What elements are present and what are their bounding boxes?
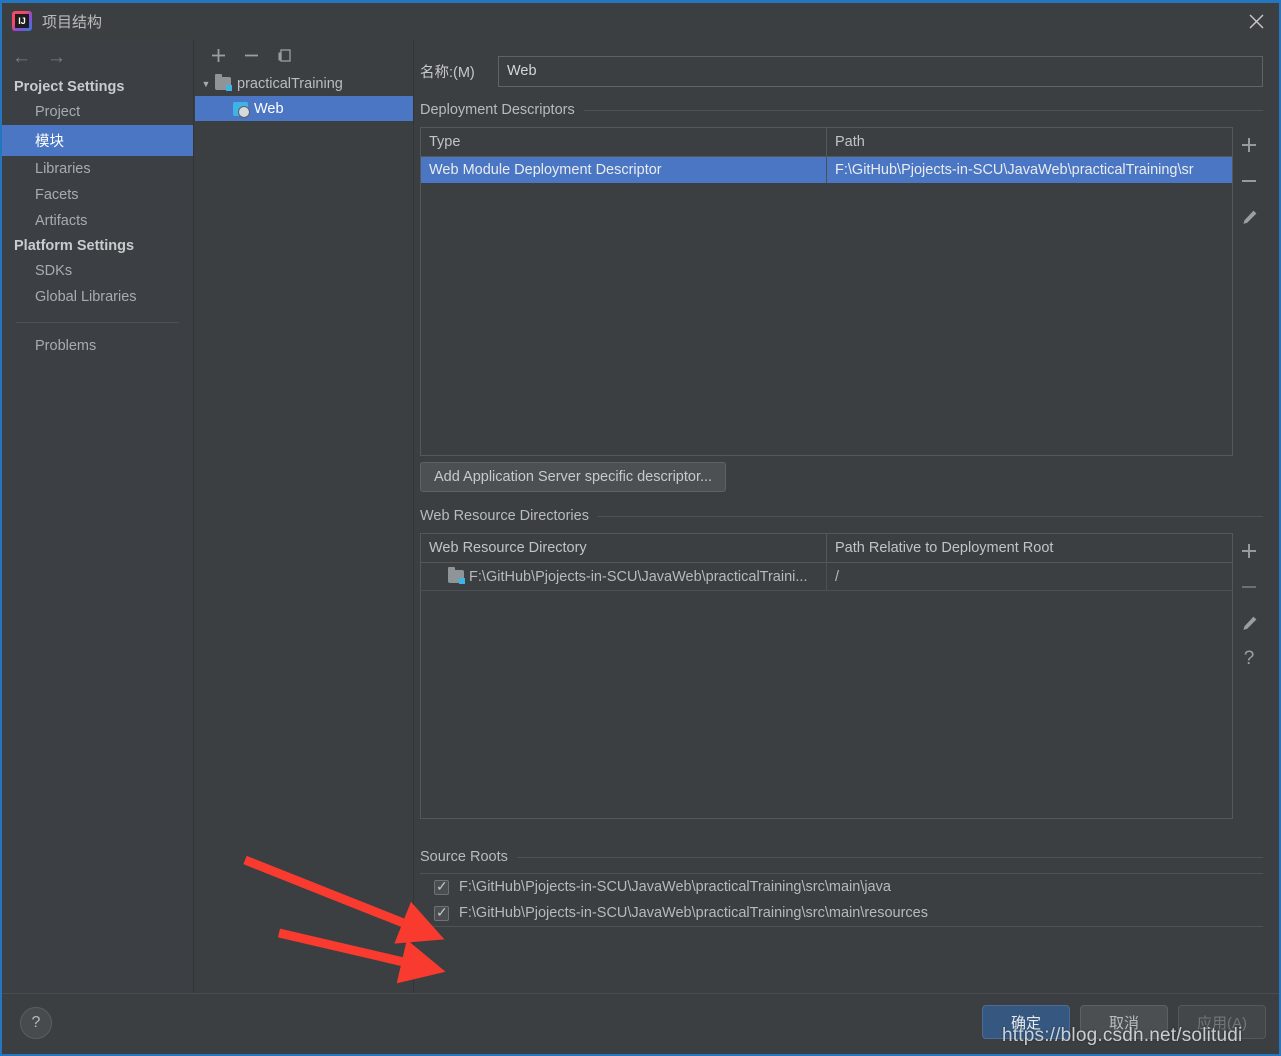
web-resource-directories-table-wrap: Web Resource Directory Path Relative to …: [420, 533, 1263, 835]
table-header-row: Type Path: [420, 127, 1233, 157]
table-row[interactable]: Web Module Deployment Descriptor F:\GitH…: [420, 156, 1233, 183]
folder-icon: [215, 74, 232, 91]
sidebar-item-sdks[interactable]: SDKs: [2, 258, 193, 284]
list-item[interactable]: F:\GitHub\Pjojects-in-SCU\JavaWeb\practi…: [420, 900, 1263, 926]
table-empty-space: [420, 183, 1233, 455]
add-descriptor-button[interactable]: [1235, 127, 1263, 163]
web-resource-directories-title: Web Resource Directories: [420, 508, 589, 524]
source-root-path: F:\GitHub\Pjojects-in-SCU\JavaWeb\practi…: [459, 905, 928, 921]
watermark-text: https://blog.csdn.net/solitudi: [1002, 1025, 1243, 1046]
table-empty-space: [420, 590, 1233, 819]
column-header-web-resource-directory[interactable]: Web Resource Directory: [420, 533, 827, 563]
arrow-right-icon[interactable]: →: [47, 48, 66, 67]
deployment-descriptors-toolbar: [1235, 127, 1263, 235]
remove-descriptor-button[interactable]: [1235, 163, 1263, 199]
add-module-button[interactable]: [209, 46, 227, 64]
table-header-row: Web Resource Directory Path Relative to …: [420, 533, 1233, 563]
module-name-row: 名称:(M): [420, 52, 1263, 90]
column-header-path[interactable]: Path: [826, 127, 1233, 157]
close-icon[interactable]: [1233, 3, 1279, 39]
source-root-checkbox[interactable]: [434, 878, 449, 895]
web-resource-directories-toolbar: ?: [1235, 533, 1263, 677]
deployment-descriptors-title: Deployment Descriptors: [420, 102, 575, 118]
module-name-input[interactable]: [498, 55, 1263, 87]
add-application-server-descriptor-button[interactable]: Add Application Server specific descript…: [420, 462, 727, 492]
table-row[interactable]: F:\GitHub\Pjojects-in-SCU\JavaWeb\practi…: [420, 562, 1233, 591]
source-roots-list: F:\GitHub\Pjojects-in-SCU\JavaWeb\practi…: [420, 873, 1263, 927]
section-rule: [516, 856, 1263, 858]
sidebar-item-modules[interactable]: 模块: [2, 125, 193, 156]
sidebar-item-artifacts[interactable]: Artifacts: [2, 208, 193, 234]
module-tree-toolbar: [195, 39, 413, 71]
tree-node-web[interactable]: Web: [195, 96, 413, 121]
module-tree-panel: ▼ practicalTraining Web: [195, 39, 414, 993]
column-header-path-relative[interactable]: Path Relative to Deployment Root: [826, 533, 1233, 563]
section-rule: [597, 515, 1263, 517]
cell-directory-text: F:\GitHub\Pjojects-in-SCU\JavaWeb\practi…: [469, 569, 808, 585]
web-resource-directories-heading: Web Resource Directories: [420, 508, 1263, 524]
cell-descriptor-path: F:\GitHub\Pjojects-in-SCU\JavaWeb\practi…: [826, 156, 1233, 183]
source-roots-title: Source Roots: [420, 849, 508, 865]
copy-module-button[interactable]: [275, 46, 293, 64]
sidebar-item-facets[interactable]: Facets: [2, 182, 193, 208]
project-structure-dialog: IJ 项目结构 ← → Project Settings Project 模块 …: [0, 0, 1281, 1056]
sidebar-item-libraries[interactable]: Libraries: [2, 156, 193, 182]
section-rule: [583, 109, 1263, 111]
module-settings-panel: 名称:(M) Deployment Descriptors Type Path …: [415, 39, 1279, 993]
sidebar-item-problems[interactable]: Problems: [2, 333, 193, 359]
folder-icon: [448, 567, 466, 584]
column-header-type[interactable]: Type: [420, 127, 827, 157]
help-web-resource-button[interactable]: ?: [1235, 641, 1263, 677]
tree-node-practicaltraining[interactable]: ▼ practicalTraining: [195, 71, 413, 96]
edit-descriptor-button[interactable]: [1235, 199, 1263, 235]
deployment-descriptors-table-wrap: Type Path Web Module Deployment Descript…: [420, 127, 1263, 456]
cell-web-resource-directory: F:\GitHub\Pjojects-in-SCU\JavaWeb\practi…: [420, 562, 827, 591]
sidebar-group-project-settings: Project Settings: [14, 79, 125, 95]
remove-web-resource-button[interactable]: [1235, 569, 1263, 605]
list-item[interactable]: F:\GitHub\Pjojects-in-SCU\JavaWeb\practi…: [420, 874, 1263, 900]
settings-sidebar: ← → Project Settings Project 模块 Librarie…: [2, 39, 194, 993]
source-root-checkbox[interactable]: [434, 904, 449, 921]
remove-module-button[interactable]: [242, 46, 260, 64]
deployment-descriptors-table: Type Path Web Module Deployment Descript…: [420, 127, 1233, 456]
cell-relative-path: /: [826, 562, 1233, 591]
chevron-down-icon[interactable]: ▼: [197, 79, 215, 89]
source-root-path: F:\GitHub\Pjojects-in-SCU\JavaWeb\practi…: [459, 879, 891, 895]
window-title: 项目结构: [42, 13, 103, 31]
sidebar-item-global-libraries[interactable]: Global Libraries: [2, 284, 193, 310]
add-web-resource-button[interactable]: [1235, 533, 1263, 569]
tree-node-label: Web: [254, 100, 284, 117]
title-bar: IJ 项目结构: [2, 3, 1279, 39]
web-resource-directories-table: Web Resource Directory Path Relative to …: [420, 533, 1233, 819]
deployment-descriptors-heading: Deployment Descriptors: [420, 102, 1263, 118]
sidebar-item-project[interactable]: Project: [2, 99, 193, 125]
add-app-server-descriptor-row: Add Application Server specific descript…: [420, 462, 1263, 492]
source-roots-heading: Source Roots: [420, 849, 1263, 865]
sidebar-divider: [16, 322, 179, 323]
tree-node-label: practicalTraining: [237, 75, 343, 92]
edit-web-resource-button[interactable]: [1235, 605, 1263, 641]
help-icon[interactable]: ?: [20, 1007, 52, 1039]
module-name-label: 名称:(M): [420, 64, 475, 81]
sidebar-group-platform-settings: Platform Settings: [14, 238, 135, 254]
intellij-idea-icon: IJ: [12, 11, 32, 31]
web-module-icon: [233, 101, 250, 118]
navigation-arrows: ← →: [2, 39, 193, 75]
cell-descriptor-type: Web Module Deployment Descriptor: [420, 156, 827, 183]
arrow-left-icon[interactable]: ←: [12, 48, 31, 67]
